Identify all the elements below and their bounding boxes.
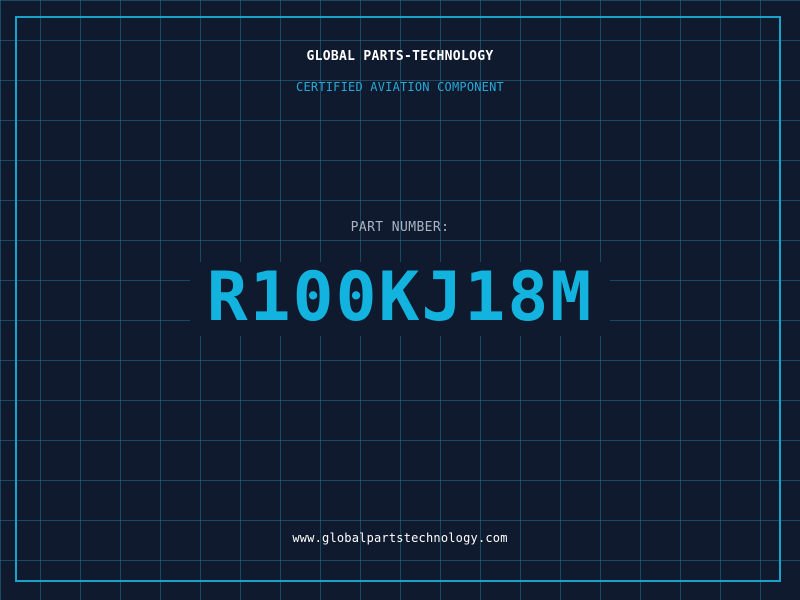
certification-subtitle: CERTIFIED AVIATION COMPONENT [296, 80, 504, 94]
part-number-label: PART NUMBER: [350, 220, 450, 235]
company-name: GLOBAL PARTS-TECHNOLOGY [306, 49, 494, 64]
website-url: www.globalpartstechnology.com [292, 531, 508, 545]
part-number-value: R100KJ18M [206, 258, 594, 337]
